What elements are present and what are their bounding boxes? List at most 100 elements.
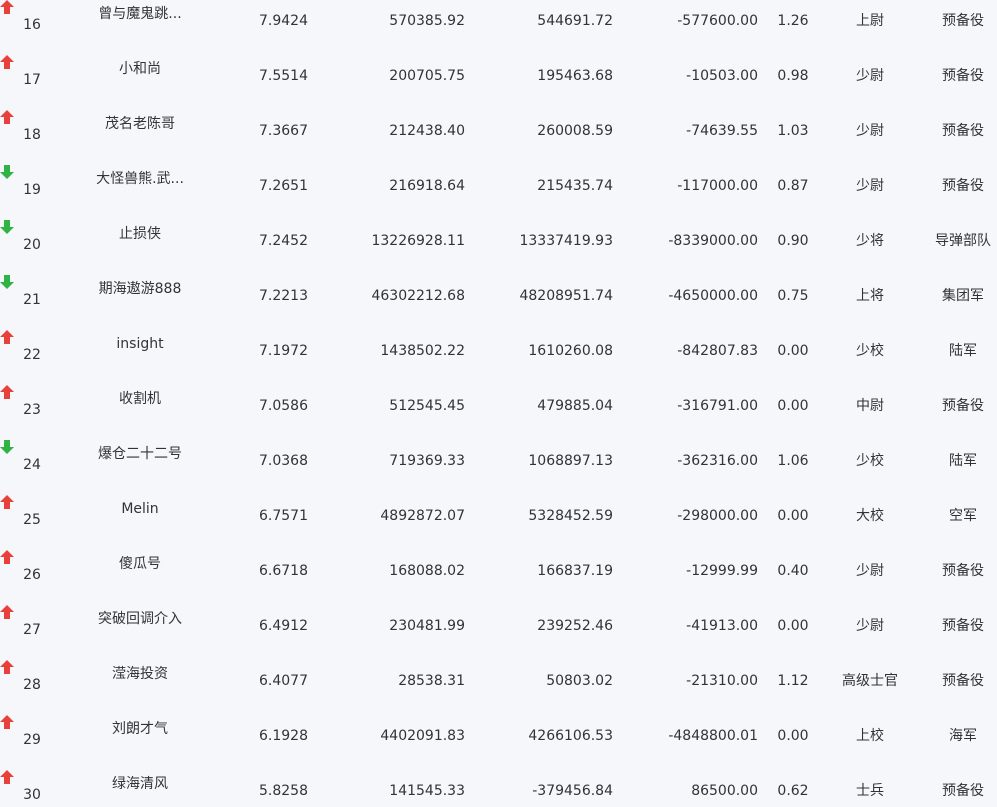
score-cell: 6.4912 xyxy=(259,618,308,634)
profit-value-cell: -362316.00 xyxy=(677,453,758,469)
ratio-cell: 0.62 xyxy=(777,783,809,799)
user-name-link[interactable]: 期海遨游888 xyxy=(74,280,206,298)
unit-cell: 预备役 xyxy=(942,13,984,29)
ratio-cell: 0.00 xyxy=(777,618,809,634)
asset-value-cell: 168088.02 xyxy=(389,563,465,579)
rank-cell: 17 xyxy=(23,72,41,88)
table-row[interactable]: 19 大怪兽熊.武... 7.2651 216918.64 215435.74 -1170… xyxy=(0,165,997,220)
score-cell: 7.0368 xyxy=(259,453,308,469)
user-name-link[interactable]: 小和尚 xyxy=(74,60,206,78)
military-rank-cell: 少尉 xyxy=(856,618,884,634)
rank-cell: 30 xyxy=(23,787,41,803)
equity-value-cell: 48208951.74 xyxy=(519,288,613,304)
asset-value-cell: 1438502.22 xyxy=(380,343,465,359)
unit-cell: 导弹部队 xyxy=(935,233,991,249)
trend-up-arrow-icon xyxy=(0,330,14,344)
rank-cell: 29 xyxy=(23,732,41,748)
ratio-cell: 1.06 xyxy=(777,453,809,469)
profit-value-cell: -842807.83 xyxy=(677,343,758,359)
rank-cell: 16 xyxy=(23,17,41,33)
user-name-link[interactable]: 傻瓜号 xyxy=(74,555,206,573)
trend-up-arrow-icon xyxy=(0,0,14,14)
table-row[interactable]: 16 曾与魔鬼跳... 7.9424 570385.92 544691.72 -57760… xyxy=(0,0,997,55)
unit-cell: 预备役 xyxy=(942,618,984,634)
user-name-link[interactable]: Melin xyxy=(74,500,206,518)
user-name-link[interactable]: 突破回调介入 xyxy=(74,610,206,628)
profit-value-cell: 86500.00 xyxy=(691,783,758,799)
score-cell: 7.5514 xyxy=(259,68,308,84)
table-row[interactable]: 28 滢海投资 6.4077 28538.31 50803.02 -21310.00 1.1… xyxy=(0,660,997,715)
profit-value-cell: -74639.55 xyxy=(686,123,758,139)
table-row[interactable]: 21 期海遨游888 7.2213 46302212.68 48208951.74 -46… xyxy=(0,275,997,330)
equity-value-cell: 5328452.59 xyxy=(528,508,613,524)
user-name-link[interactable]: insight xyxy=(74,335,206,353)
table-row[interactable]: 29 刘朗才气 6.1928 4402091.83 4266106.53 -4848800… xyxy=(0,715,997,770)
ratio-cell: 0.87 xyxy=(777,178,809,194)
table-row[interactable]: 30 绿海清风 5.8258 141545.33 -379456.84 86500.00 0… xyxy=(0,770,997,807)
user-name-link[interactable]: 绿海清风 xyxy=(74,775,206,793)
user-name-link[interactable]: 曾与魔鬼跳... xyxy=(74,5,206,23)
table-row[interactable]: 17 小和尚 7.5514 200705.75 195463.68 -10503.00 0.… xyxy=(0,55,997,110)
ratio-cell: 0.75 xyxy=(777,288,809,304)
table-row[interactable]: 24 爆仓二十二号 7.0368 719369.33 1068897.13 -362316… xyxy=(0,440,997,495)
ratio-cell: 0.00 xyxy=(777,398,809,414)
equity-value-cell: 166837.19 xyxy=(537,563,613,579)
rank-cell: 22 xyxy=(23,347,41,363)
user-name-link[interactable]: 收割机 xyxy=(74,390,206,408)
asset-value-cell: 46302212.68 xyxy=(371,288,465,304)
military-rank-cell: 高级士官 xyxy=(842,673,898,689)
user-name-link[interactable]: 爆仓二十二号 xyxy=(74,445,206,463)
user-name-link[interactable]: 止损侠 xyxy=(74,225,206,243)
ratio-cell: 1.03 xyxy=(777,123,809,139)
trend-up-arrow-icon xyxy=(0,495,14,509)
equity-value-cell: 1068897.13 xyxy=(528,453,613,469)
military-rank-cell: 上将 xyxy=(856,288,884,304)
user-name-link[interactable]: 刘朗才气 xyxy=(74,720,206,738)
rank-cell: 28 xyxy=(23,677,41,693)
table-row[interactable]: 26 傻瓜号 6.6718 168088.02 166837.19 -12999.99 0.… xyxy=(0,550,997,605)
rank-cell: 24 xyxy=(23,457,41,473)
equity-value-cell: 260008.59 xyxy=(537,123,613,139)
score-cell: 6.1928 xyxy=(259,728,308,744)
profit-value-cell: -21310.00 xyxy=(686,673,758,689)
ratio-cell: 0.00 xyxy=(777,343,809,359)
table-row[interactable]: 18 茂名老陈哥 7.3667 212438.40 260008.59 -74639.55… xyxy=(0,110,997,165)
equity-value-cell: 544691.72 xyxy=(537,13,613,29)
ratio-cell: 0.00 xyxy=(777,508,809,524)
profit-value-cell: -8339000.00 xyxy=(668,233,758,249)
score-cell: 5.8258 xyxy=(259,783,308,799)
military-rank-cell: 少尉 xyxy=(856,563,884,579)
table-row[interactable]: 27 突破回调介入 6.4912 230481.99 239252.46 -41913.0… xyxy=(0,605,997,660)
score-cell: 7.0586 xyxy=(259,398,308,414)
table-row[interactable]: 20 止损侠 7.2452 13226928.11 13337419.93 -833900… xyxy=(0,220,997,275)
military-rank-cell: 大校 xyxy=(856,508,884,524)
ratio-cell: 0.98 xyxy=(777,68,809,84)
user-name-link[interactable]: 茂名老陈哥 xyxy=(74,115,206,133)
ratio-cell: 0.90 xyxy=(777,233,809,249)
trend-up-arrow-icon xyxy=(0,660,14,674)
table-row[interactable]: 23 收割机 7.0586 512545.45 479885.04 -316791.00 0… xyxy=(0,385,997,440)
asset-value-cell: 212438.40 xyxy=(389,123,465,139)
unit-cell: 集团军 xyxy=(942,288,984,304)
score-cell: 7.2651 xyxy=(259,178,308,194)
user-name-link[interactable]: 滢海投资 xyxy=(74,665,206,683)
ratio-cell: 0.00 xyxy=(777,728,809,744)
rank-cell: 26 xyxy=(23,567,41,583)
score-cell: 7.9424 xyxy=(259,13,308,29)
unit-cell: 空军 xyxy=(949,508,977,524)
equity-value-cell: 195463.68 xyxy=(537,68,613,84)
rank-cell: 21 xyxy=(23,292,41,308)
equity-value-cell: 4266106.53 xyxy=(528,728,613,744)
table-row[interactable]: 25 Melin 6.7571 4892872.07 5328452.59 -298000… xyxy=(0,495,997,550)
profit-value-cell: -4848800.01 xyxy=(668,728,758,744)
military-rank-cell: 少将 xyxy=(856,233,884,249)
score-cell: 6.4077 xyxy=(259,673,308,689)
equity-value-cell: -379456.84 xyxy=(532,783,613,799)
asset-value-cell: 512545.45 xyxy=(389,398,465,414)
trend-up-arrow-icon xyxy=(0,55,14,69)
user-name-link[interactable]: 大怪兽熊.武... xyxy=(74,170,206,188)
ratio-cell: 1.12 xyxy=(777,673,809,689)
table-row[interactable]: 22 insight 7.1972 1438502.22 1610260.08 -8428… xyxy=(0,330,997,385)
rank-cell: 19 xyxy=(23,182,41,198)
trend-down-arrow-icon xyxy=(0,275,14,289)
